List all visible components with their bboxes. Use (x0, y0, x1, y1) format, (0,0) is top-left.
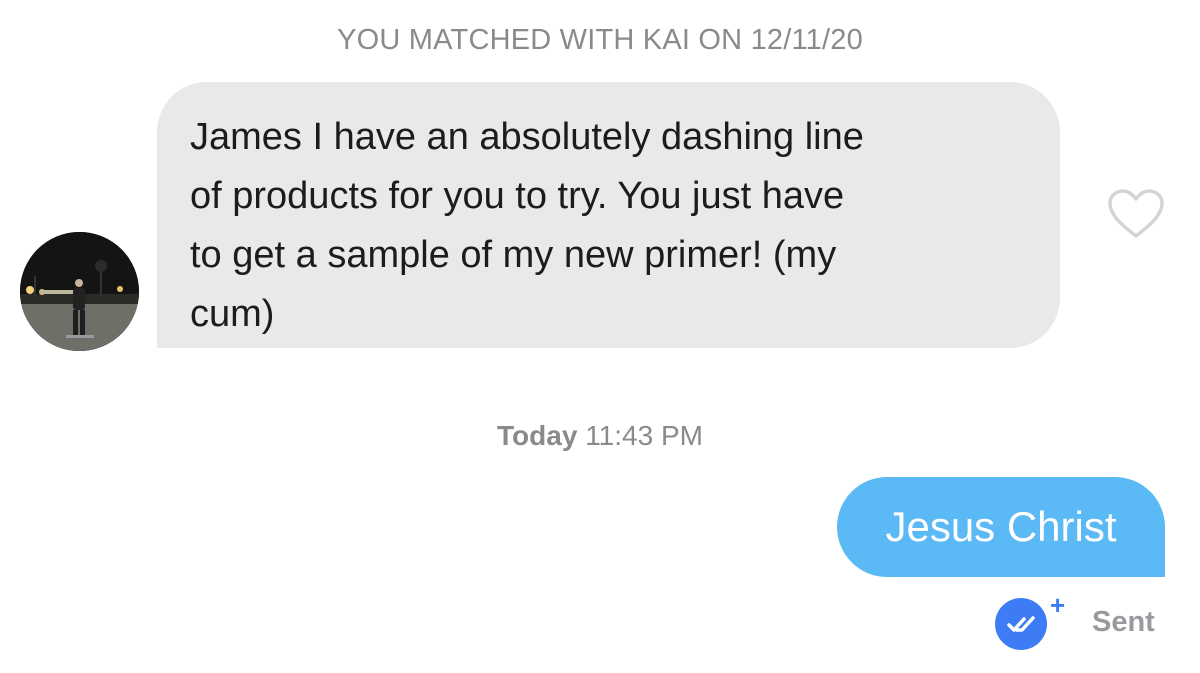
heart-outline-icon[interactable] (1107, 188, 1165, 240)
incoming-message-bubble[interactable]: James I have an absolutely dashing line … (157, 82, 1060, 348)
message-line: of products for you to try. You just hav… (190, 175, 845, 217)
message-line: cum) (190, 293, 275, 335)
avatar-photo (20, 232, 139, 351)
timestamp-time: 11:43 PM (585, 420, 703, 451)
match-header: YOU MATCHED WITH KAI ON 12/11/20 (337, 24, 863, 56)
message-timestamp: Today 11:43 PM (0, 420, 1200, 452)
message-line: to get a sample of my new primer! (my (190, 234, 837, 276)
message-line: James I have an absolutely dashing line (190, 116, 864, 158)
timestamp-day: Today (497, 420, 578, 451)
outgoing-message-bubble[interactable]: Jesus Christ (837, 477, 1165, 577)
sent-status: Sent (1092, 606, 1155, 638)
avatar[interactable] (20, 232, 139, 351)
outgoing-message-text: Jesus Christ (885, 503, 1117, 550)
double-check-icon[interactable] (995, 598, 1047, 650)
plus-icon[interactable]: + (1050, 592, 1065, 618)
